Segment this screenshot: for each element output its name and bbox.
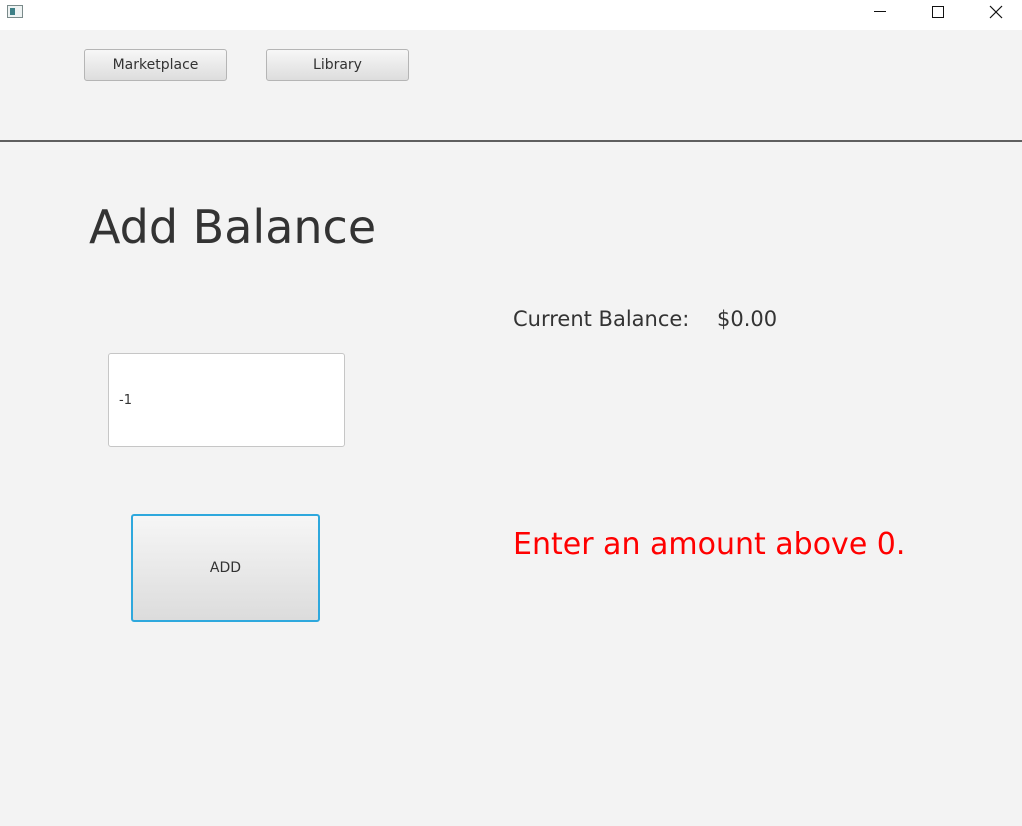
app-icon-pane — [10, 8, 15, 15]
library-button[interactable]: Library — [266, 49, 409, 81]
add-button[interactable]: ADD — [131, 514, 320, 622]
page-title: Add Balance — [89, 200, 377, 254]
minimize-icon — [874, 11, 886, 12]
minimize-button[interactable] — [851, 0, 909, 30]
app-icon — [7, 5, 23, 18]
current-balance-value: $0.00 — [717, 307, 778, 331]
close-icon — [989, 5, 1003, 19]
current-balance-label: Current Balance: — [513, 307, 690, 331]
maximize-button[interactable] — [909, 0, 967, 30]
maximize-icon — [932, 6, 944, 18]
header-divider — [0, 140, 1022, 142]
error-message: Enter an amount above 0. — [513, 527, 906, 562]
window-titlebar — [0, 0, 1022, 30]
amount-input[interactable] — [108, 353, 345, 447]
close-button[interactable] — [967, 0, 1022, 30]
marketplace-button[interactable]: Marketplace — [84, 49, 227, 81]
